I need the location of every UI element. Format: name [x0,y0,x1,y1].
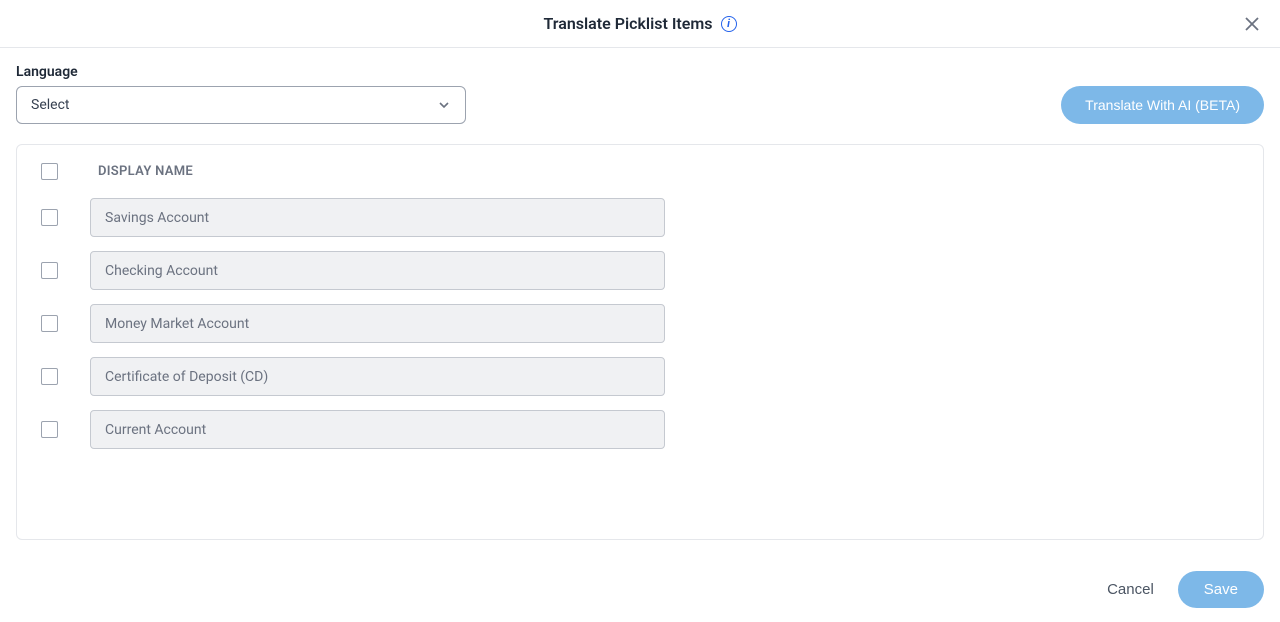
row-checkbox[interactable] [41,209,58,226]
table-row: Savings Account [41,198,1239,237]
display-name-value: Certificate of Deposit (CD) [105,369,268,385]
language-section: Language Select [16,64,466,124]
table-row: Certificate of Deposit (CD) [41,357,1239,396]
cancel-button[interactable]: Cancel [1107,581,1154,598]
close-button[interactable] [1240,12,1264,36]
translate-ai-button[interactable]: Translate With AI (BETA) [1061,86,1264,124]
table-row: Checking Account [41,251,1239,290]
top-controls: Language Select Translate With AI (BETA) [16,64,1264,124]
modal-title: Translate Picklist Items [543,14,712,33]
display-name-input[interactable]: Certificate of Deposit (CD) [90,357,665,396]
display-name-value: Savings Account [105,210,209,226]
display-name-value: Current Account [105,422,206,438]
display-name-input[interactable]: Money Market Account [90,304,665,343]
display-name-value: Checking Account [105,263,218,279]
chevron-down-icon [437,98,451,112]
table-row: Current Account [41,410,1239,449]
display-name-column-header: DISPLAY NAME [98,164,193,179]
display-name-input[interactable]: Savings Account [90,198,665,237]
row-checkbox[interactable] [41,262,58,279]
table-header: DISPLAY NAME [17,145,1263,198]
display-name-value: Money Market Account [105,316,249,332]
modal-header: Translate Picklist Items i [0,0,1280,48]
modal-content: Language Select Translate With AI (BETA)… [0,48,1280,556]
modal-title-wrapper: Translate Picklist Items i [543,14,736,33]
row-checkbox[interactable] [41,368,58,385]
language-select-value: Select [31,97,69,113]
row-checkbox[interactable] [41,421,58,438]
language-select[interactable]: Select [16,86,466,124]
info-icon[interactable]: i [721,16,737,32]
save-button[interactable]: Save [1178,571,1264,608]
display-name-input[interactable]: Current Account [90,410,665,449]
language-label: Language [16,64,466,80]
row-checkbox[interactable] [41,315,58,332]
table-row: Money Market Account [41,304,1239,343]
select-all-checkbox[interactable] [41,163,58,180]
table-body: Savings Account Checking Account Money M… [17,198,1263,469]
display-name-input[interactable]: Checking Account [90,251,665,290]
picklist-table: DISPLAY NAME Savings Account Checking Ac… [16,144,1264,540]
close-icon [1245,17,1259,31]
modal-footer: Cancel Save [1107,571,1264,608]
